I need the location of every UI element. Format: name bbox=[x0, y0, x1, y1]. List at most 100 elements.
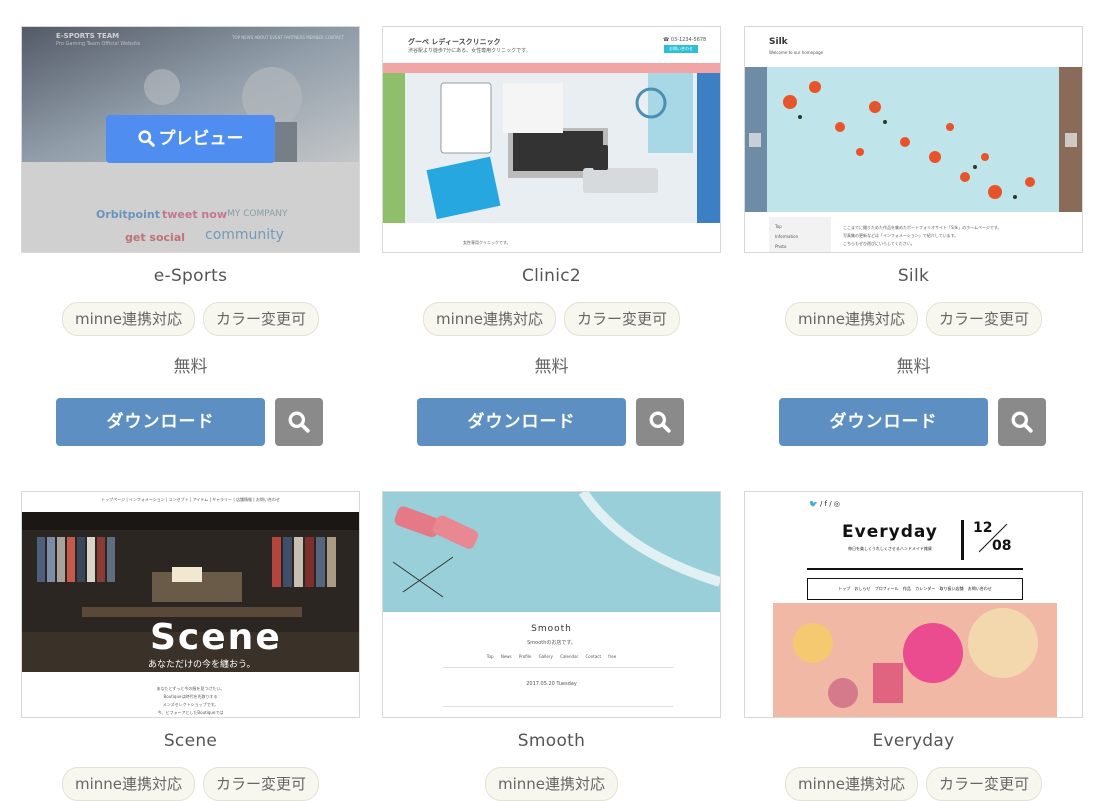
search-icon bbox=[288, 411, 310, 433]
template-name: Smooth bbox=[517, 731, 586, 751]
search-icon bbox=[137, 130, 155, 147]
tag-color: カラー変更可 bbox=[564, 302, 681, 336]
smooth-subtitle: Smoothのお店です。 bbox=[527, 640, 576, 646]
everyday-nav-item: 作品 bbox=[902, 586, 911, 591]
thumbnail-esports[interactable]: E-SPORTS TEAM Pro Gaming Team Official W… bbox=[21, 26, 360, 253]
scene-nav-item: アイテム bbox=[192, 497, 209, 502]
thumbnail-scene[interactable]: トップページ | インフォメーション | コンセプト | アイテム | ギャラリ… bbox=[21, 491, 360, 718]
thumbnail-everyday[interactable]: 🐦 / f / ◎ Everyday 毎日を楽しくうれしくさせるハンドメイド雑貨… bbox=[744, 491, 1083, 718]
smooth-divider bbox=[443, 706, 673, 707]
smooth-nav-item: Gallery bbox=[538, 654, 553, 659]
scene-nav-item: ギャラリー bbox=[212, 497, 233, 502]
scene-nav-item: インフォメーション bbox=[128, 497, 165, 502]
tag-color: カラー変更可 bbox=[926, 767, 1043, 801]
tag-minne: minne連携対応 bbox=[784, 767, 918, 801]
scene-nav-item: 店舗情報 bbox=[235, 497, 252, 502]
tag-minne: minne連携対応 bbox=[422, 302, 556, 336]
clinic-phone: ☎ 03-1234-5678 bbox=[663, 37, 707, 43]
scene-hero-sub: あなただけの今を纏おう。 bbox=[148, 660, 256, 670]
everyday-nav-item: トップ bbox=[838, 586, 851, 591]
smooth-hero-image bbox=[383, 492, 720, 612]
everyday-subtitle: 毎日を楽しくうれしくさせるハンドメイド雑貨 bbox=[848, 546, 932, 551]
everyday-nav-item: カレンダー bbox=[915, 586, 936, 591]
preview-button[interactable]: プレビュー bbox=[106, 115, 275, 163]
smooth-title: Smooth bbox=[531, 624, 572, 634]
price: 無料 bbox=[173, 357, 208, 377]
scene-body: あなたとずっと今の服を見つけたい。 Boutiqueは時代を先取りする メンズセ… bbox=[22, 685, 359, 717]
price: 無料 bbox=[534, 357, 569, 377]
tag-color: カラー変更可 bbox=[926, 302, 1043, 336]
tag-color: カラー変更可 bbox=[203, 302, 320, 336]
silk-menu-top: Top bbox=[775, 224, 782, 229]
download-button[interactable]: ダウンロード bbox=[56, 398, 265, 446]
thumbnail-smooth[interactable]: Smooth Smoothのお店です。 Top News Profile Gal… bbox=[382, 491, 721, 718]
scene-body-line: 今、ビフォーアとしたBoutiqueでは bbox=[157, 710, 224, 715]
search-icon bbox=[1011, 411, 1033, 433]
preview-label: プレビュー bbox=[158, 129, 244, 149]
everyday-nav: トップ おしらせ プロフィール 作品 カレンダー 取り扱い店舗 お問い合わせ bbox=[807, 578, 1023, 600]
thumbnail-clinic2[interactable]: グーペ レディースクリニック 渋谷駅より徒歩7分にある、女性専用クリニックです。… bbox=[382, 26, 721, 253]
template-name: Clinic2 bbox=[521, 266, 582, 286]
everyday-line bbox=[807, 568, 1023, 570]
smooth-nav-item: Calendar bbox=[560, 654, 579, 659]
smooth-divider bbox=[443, 667, 673, 668]
scene-body-line: あなたとずっと今の服を見つけたい。 bbox=[156, 686, 225, 691]
clinic-subtitle: 渋谷駅より徒歩7分にある、女性専用クリニックです。 bbox=[408, 48, 531, 54]
clinic-body: 女性専用クリニックです。 bbox=[463, 240, 511, 245]
scene-nav: トップページ | インフォメーション | コンセプト | アイテム | ギャラリ… bbox=[101, 497, 280, 502]
silk-menu-photo: Photo bbox=[775, 244, 787, 249]
tag-list: minne連携対応 bbox=[382, 767, 721, 801]
price: 無料 bbox=[896, 357, 931, 377]
silk-body3: こちらもぜひ遊びにいらしてください。 bbox=[843, 241, 915, 246]
tag-list: minne連携対応 カラー変更可 bbox=[382, 302, 721, 336]
tag-list: minne連携対応 カラー変更可 bbox=[744, 302, 1083, 336]
silk-menu-info: Information bbox=[775, 234, 799, 239]
everyday-nav-item: お問い合わせ bbox=[967, 586, 992, 591]
zoom-button[interactable] bbox=[636, 398, 684, 446]
template-name: Everyday bbox=[872, 731, 955, 751]
search-icon bbox=[649, 411, 671, 433]
download-button[interactable]: ダウンロード bbox=[417, 398, 626, 446]
tag-minne: minne連携対応 bbox=[784, 302, 918, 336]
smooth-nav-item: free bbox=[608, 654, 617, 659]
scene-body-line: メンズセレクトショップです。 bbox=[162, 702, 219, 707]
clinic-cta: お問い合わせ bbox=[664, 45, 698, 53]
tag-list: minne連携対応 カラー変更可 bbox=[21, 767, 360, 801]
template-name: Scene bbox=[163, 731, 218, 751]
smooth-nav-item: Contact bbox=[585, 654, 602, 659]
scene-nav-item: お問い合わせ bbox=[255, 497, 280, 502]
thumbnail-silk[interactable]: Silk Welcome to our homepage Top Informa… bbox=[744, 26, 1083, 253]
everyday-nav-item: プロフィール bbox=[874, 586, 899, 591]
smooth-nav-item: Top bbox=[486, 654, 494, 659]
silk-body1: ここまでに撮りためた作品を集めたポートフォリオサイト「Silk」のホームページで… bbox=[843, 225, 1002, 230]
everyday-date-day: 08 bbox=[992, 538, 1012, 554]
zoom-button[interactable] bbox=[998, 398, 1046, 446]
scene-nav-item: トップページ bbox=[101, 497, 126, 502]
tag-minne: minne連携対応 bbox=[61, 302, 195, 336]
template-name: Silk bbox=[897, 266, 930, 286]
tag-color: カラー変更可 bbox=[203, 767, 320, 801]
everyday-title: Everyday bbox=[842, 522, 938, 542]
smooth-nav: Top News Profile Gallery Calendar Contac… bbox=[383, 654, 720, 659]
silk-slideshow-image bbox=[745, 67, 1082, 212]
scene-hero-title: Scene bbox=[150, 617, 282, 658]
everyday-date-bar bbox=[961, 520, 964, 560]
clinic-title: グーペ レディースクリニック bbox=[408, 38, 501, 46]
download-button[interactable]: ダウンロード bbox=[779, 398, 988, 446]
everyday-hero-image bbox=[773, 603, 1057, 717]
tag-list: minne連携対応 カラー変更可 bbox=[744, 767, 1083, 801]
tag-list: minne連携対応 カラー変更可 bbox=[21, 302, 360, 336]
tag-minne: minne連携対応 bbox=[484, 767, 619, 801]
zoom-button[interactable] bbox=[275, 398, 323, 446]
clinic-navbar bbox=[383, 63, 720, 73]
smooth-nav-item: Profile bbox=[518, 654, 532, 659]
silk-subtitle: Welcome to our homepage bbox=[769, 50, 824, 55]
smooth-nav-item: News bbox=[500, 654, 512, 659]
silk-title: Silk bbox=[769, 37, 788, 47]
scene-nav-item: コンセプト bbox=[168, 497, 189, 502]
tag-minne: minne連携対応 bbox=[61, 767, 195, 801]
everyday-nav-item: おしらせ bbox=[854, 586, 871, 591]
silk-body2: 写真集の更新などは「インフォメーション」で紹介しています。 bbox=[843, 233, 959, 238]
scene-body-line: Boutiqueは時代を先取りする bbox=[163, 694, 218, 699]
template-name: e-Sports bbox=[153, 266, 228, 286]
